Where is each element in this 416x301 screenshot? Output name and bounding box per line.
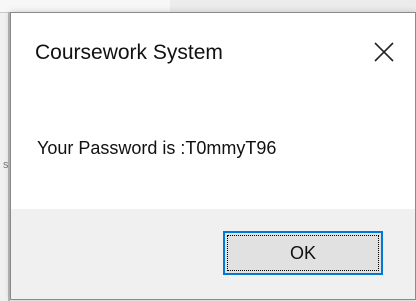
dialog-titlebar: Coursework System — [11, 13, 415, 89]
message-box-dialog: Coursework System Your Password is :T0mm… — [10, 12, 416, 300]
ok-button[interactable]: OK — [223, 231, 383, 275]
dialog-title: Coursework System — [35, 41, 223, 64]
close-button[interactable] — [355, 27, 413, 77]
dialog-message: Your Password is :T0mmyT96 — [37, 138, 277, 158]
dialog-content: Your Password is :T0mmyT96 — [11, 89, 415, 209]
background-strip — [170, 0, 416, 12]
close-icon — [374, 42, 394, 62]
background-partial-text: s — [3, 159, 9, 171]
dialog-footer: OK — [11, 209, 415, 299]
